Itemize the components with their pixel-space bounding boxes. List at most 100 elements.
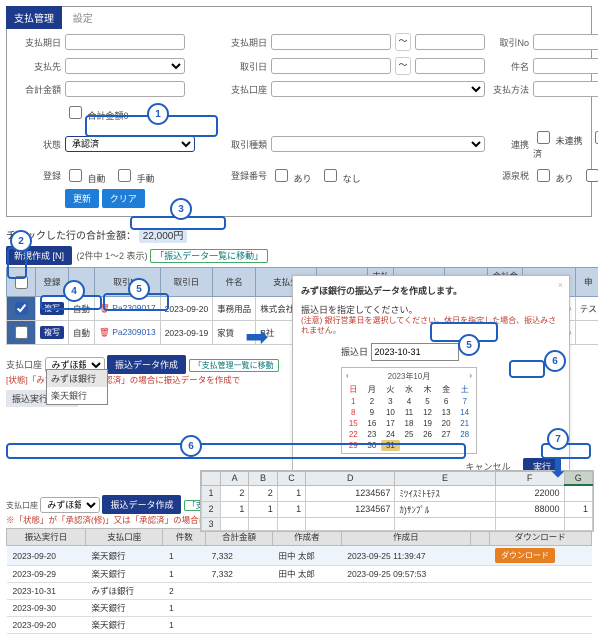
prev-month-icon[interactable]: ‹ (346, 371, 349, 382)
table-row[interactable]: 2023-09-29 楽天銀行 1 7,332 田中 太郎 2023-09-25… (7, 566, 592, 583)
excel-cell[interactable]: 1 (221, 501, 249, 517)
pay-acct-select[interactable] (271, 81, 485, 97)
lbl-pay-acct3: 支払口座 (6, 501, 38, 510)
excel-row[interactable]: 3 (202, 517, 593, 530)
txn-kind-select[interactable] (271, 136, 485, 152)
grid-toolbar: 新規作成 [N] (2件中 1〜2 表示) 「振込データ一覧に移動」 (6, 246, 592, 265)
due-date2-from[interactable] (271, 34, 391, 50)
callout-4: 4 (63, 280, 85, 302)
excel-row[interactable]: 1 2 2 1 1234567 ﾐﾂｲｽﾐﾄﾓﾃｽ 22000 (202, 485, 593, 501)
update-button[interactable]: 更新 (65, 189, 99, 208)
checked-sum-row: チェックした行の合計金額： 22,000円 (6, 227, 592, 242)
cell-last: テス (575, 297, 598, 321)
subject-input[interactable] (533, 58, 598, 74)
create-transfer-data-button[interactable]: 振込データ作成 (107, 355, 186, 374)
dropdown-option-mizuho[interactable]: みずほ銀行 (47, 370, 107, 387)
cell: 楽天銀行 (85, 600, 163, 617)
download-button[interactable]: ダウンロード (495, 548, 555, 563)
next-month-icon[interactable]: › (469, 371, 472, 382)
col-subject[interactable]: 件名 (213, 268, 256, 297)
excel-rowhdr[interactable]: 3 (202, 517, 221, 530)
lbl-total: 合計金額 (15, 83, 61, 96)
excel-cell[interactable]: 2 (249, 485, 277, 501)
clear-button[interactable]: クリア (102, 189, 145, 208)
excel-col-b[interactable]: B (249, 472, 277, 486)
row-checkbox[interactable] (15, 302, 28, 315)
txn-no-input[interactable] (533, 34, 598, 50)
pay-method-select[interactable] (533, 81, 598, 97)
lbl-subject: 件名 (489, 60, 529, 73)
calendar-month-label: 2023年10月 (388, 371, 431, 382)
excel-cell[interactable]: 1 (564, 501, 592, 517)
account-select-lower[interactable]: みずほ銀行 (40, 497, 100, 513)
table-row[interactable]: 2023-10-31 みずほ銀行 2 (7, 583, 592, 600)
goto-mgmt-list-link[interactable]: 「支払管理一覧に移動 (189, 359, 279, 372)
table-row[interactable]: 2023-09-20 楽天銀行 1 (7, 617, 592, 634)
create-transfer-data-button-lower[interactable]: 振込データ作成 (102, 495, 181, 514)
due-date2-to[interactable] (415, 34, 485, 50)
lbl-reg-no: 登録番号 (213, 169, 267, 182)
excel-cell[interactable]: 22000 (495, 485, 564, 501)
chk-manual[interactable] (118, 169, 131, 182)
cell: 楽天銀行 (85, 617, 163, 634)
excel-cell[interactable]: 1 (277, 485, 305, 501)
lbl-pay-acct2: 支払口座 (6, 360, 42, 370)
transfer-list-table: 振込実行日 支払口座 件数 合計金額 作成者 作成日 ダウンロード 2023-0… (6, 528, 592, 634)
excel-col-e[interactable]: E (395, 472, 495, 486)
dropdown-option-rakuten[interactable]: 楽天銀行 (47, 387, 107, 404)
chk-regno-no[interactable] (324, 169, 337, 182)
lbl-with-yes: あり (556, 174, 574, 184)
copy-button[interactable]: 複写 (40, 326, 64, 339)
excel-col-c[interactable]: C (277, 472, 305, 486)
excel-cell[interactable]: 1 (249, 501, 277, 517)
col-txn-date[interactable]: 取引日 (160, 268, 212, 297)
excel-col-a[interactable]: A (221, 472, 249, 486)
excel-cell[interactable]: ｶ)ｻﾝﾌﾟﾙ (395, 501, 495, 517)
excel-cell[interactable]: 1234567 (306, 501, 395, 517)
excel-cell[interactable]: ﾐﾂｲｽﾐﾄﾓﾃｽ (395, 485, 495, 501)
goto-transfer-list-link[interactable]: 「振込データ一覧に移動」 (150, 249, 268, 263)
excel-cell[interactable]: 1234567 (306, 485, 395, 501)
table-row[interactable]: 2023-09-30 楽天銀行 1 (7, 600, 592, 617)
callout-5: 5 (128, 278, 150, 300)
cell: みずほ銀行 (85, 583, 163, 600)
excel-cell[interactable]: 2 (221, 485, 249, 501)
excel-cell[interactable]: 88000 (495, 501, 564, 517)
due-date-from[interactable] (65, 34, 185, 50)
close-icon[interactable]: × (558, 280, 563, 290)
date-picker-calendar[interactable]: ‹2023年10月› 日月火水木金土 1234567 891011121314 … (341, 367, 477, 454)
status-select[interactable]: 承認済 (65, 136, 195, 152)
transfer-date-input[interactable] (371, 343, 459, 361)
excel-rowhdr[interactable]: 1 (202, 485, 221, 501)
lbl-pay-acct: 支払口座 (213, 83, 267, 96)
excel-cell[interactable]: 1 (277, 501, 305, 517)
col-acct2[interactable]: 支払口座 (85, 529, 163, 546)
col-last[interactable]: 申 (575, 268, 598, 297)
excel-col-d[interactable]: D (306, 472, 395, 486)
lbl-txn-date: 取引日 (213, 60, 267, 73)
chk-unlinked[interactable] (537, 131, 550, 144)
callout-6b-box (6, 443, 466, 459)
txn-date-from[interactable] (271, 58, 391, 74)
chk-with-no[interactable] (586, 169, 598, 182)
lbl-no: なし (343, 174, 361, 184)
excel-corner[interactable] (202, 472, 221, 486)
excel-row[interactable]: 2 1 1 1 1234567 ｶ)ｻﾝﾌﾟﾙ 88000 1 (202, 501, 593, 517)
chk-regno-yes[interactable] (275, 169, 288, 182)
chk-auto[interactable] (69, 169, 82, 182)
lbl-due-date: 支払期日 (15, 36, 61, 49)
total-zero-checkbox[interactable] (69, 106, 82, 119)
excel-cell[interactable] (564, 485, 592, 501)
excel-rowhdr[interactable]: 2 (202, 501, 221, 517)
total-input[interactable] (65, 81, 185, 97)
txn-no-link[interactable]: Pa2309013 (112, 327, 156, 337)
tab-settings[interactable]: 設定 (65, 6, 101, 29)
cell-date: 2023-09-19 (160, 321, 212, 345)
col-exec-date[interactable]: 振込実行日 (7, 529, 86, 546)
callout-7: 7 (547, 428, 569, 450)
payee-select[interactable] (65, 58, 185, 74)
chk-with-yes[interactable] (537, 169, 550, 182)
row-checkbox[interactable] (15, 326, 28, 339)
txn-date-to[interactable] (415, 58, 485, 74)
tab-payment-mgmt[interactable]: 支払管理 (6, 6, 62, 29)
